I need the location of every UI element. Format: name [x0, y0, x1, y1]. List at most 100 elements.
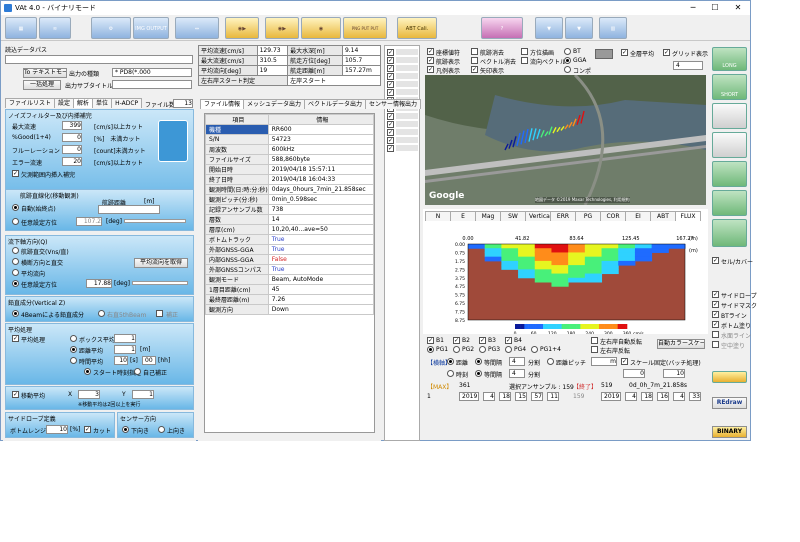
right-checkbox[interactable]: ✓ [712, 311, 719, 318]
auto-fix-radio[interactable] [134, 368, 141, 375]
minimize-button[interactable]: ─ [682, 1, 704, 15]
info-row[interactable]: 層数 14 [205, 213, 374, 225]
overall-average-checkbox[interactable]: ✓ [621, 49, 628, 56]
chart-tab-vertical[interactable]: Vertical [525, 211, 551, 221]
pg2-radio[interactable] [453, 346, 460, 353]
right-checkbox[interactable] [712, 341, 719, 348]
avg-time-radio[interactable] [70, 357, 77, 364]
pg1-radio[interactable] [427, 346, 434, 353]
toolbar-png-button[interactable]: PNG PUT PUT [343, 17, 387, 39]
tab-mesh-output[interactable]: メッシュデータ出力 [243, 99, 306, 109]
map-check-vector-erase[interactable] [471, 57, 478, 64]
tab-analysis[interactable]: 解析 [73, 98, 94, 108]
binary-button[interactable]: BINARY [712, 426, 747, 438]
toolbar-record-button-1[interactable]: ◉▶ [225, 17, 259, 39]
info-row[interactable]: 終了日時 2019/04/18 16:04:33 [205, 173, 374, 185]
beam-b1-checkbox[interactable]: ✓ [427, 337, 434, 344]
info-row[interactable]: 観測モード Beam, AutoMode [205, 273, 374, 285]
map-check-legend[interactable]: ✓ [427, 66, 434, 73]
chart-tab-e[interactable]: E [450, 211, 476, 221]
info-row[interactable]: 開始日時 2019/04/18 15:57:11 [205, 163, 374, 175]
equal-radio[interactable] [475, 358, 482, 365]
info-row[interactable]: 最終層距離(m) 7.26 [205, 293, 374, 305]
sensor-down-radio[interactable] [122, 426, 129, 433]
start-minute[interactable]: 57 [531, 392, 543, 401]
color-scale-button[interactable] [712, 371, 747, 383]
map-check-track[interactable]: ✓ [427, 57, 434, 64]
chart-tab-sw[interactable]: SW [500, 211, 526, 221]
toolbar-view-button-1[interactable]: ▼ [535, 17, 563, 39]
toolbar-output-button[interactable]: ◉ [301, 17, 341, 39]
start-second[interactable]: 11 [547, 392, 559, 401]
toolbar-view-button-3[interactable]: ▥ [599, 17, 627, 39]
map-check-coord[interactable]: ✓ [427, 48, 434, 55]
chart-tab-mag[interactable]: Mag [475, 211, 501, 221]
avg-dist-radio[interactable] [70, 346, 77, 353]
info-row[interactable]: 層厚(cm) 10,20,40...ave=50 [205, 223, 374, 235]
tab-file-info[interactable]: ファイル情報 [200, 99, 245, 109]
file-checkbox[interactable]: ✓ [387, 57, 394, 64]
flow-opt2-radio[interactable] [12, 258, 19, 265]
right-checkbox[interactable]: ✓ [712, 301, 719, 308]
info-row[interactable]: 記録アンサンブル数 738 [205, 203, 374, 215]
time-div-select[interactable]: 4 [509, 369, 525, 378]
good-input[interactable]: 0 [62, 133, 82, 142]
move-y-input[interactable]: 1 [132, 390, 154, 399]
chart-tab-cor[interactable]: COR [600, 211, 626, 221]
short-button[interactable]: SHORT [712, 74, 747, 100]
file-checkbox[interactable]: ✓ [387, 65, 394, 72]
file-checkbox[interactable]: ✓ [387, 145, 394, 152]
chart-tab-flux[interactable]: FLUX [675, 211, 701, 221]
info-row[interactable]: 1層目距離(cm) 45 [205, 283, 374, 295]
batch-button[interactable]: 一括処理 [23, 80, 61, 90]
output-subtitle-input[interactable] [112, 80, 192, 89]
avg-box-radio[interactable] [70, 335, 77, 342]
avg-box-input[interactable]: 1 [114, 334, 136, 343]
max-velocity-input[interactable]: 399 [62, 121, 82, 130]
average-checkbox[interactable]: ✓ [12, 335, 19, 342]
avg-time-input[interactable]: 10 [114, 356, 128, 365]
beam-b3-checkbox[interactable]: ✓ [479, 337, 486, 344]
sidebar-checkbox[interactable]: ✓ [712, 257, 719, 264]
track-dist-input[interactable] [98, 205, 160, 214]
close-button[interactable]: ✕ [727, 1, 749, 15]
left-right-invert-checkbox[interactable] [591, 346, 598, 353]
toolbar-help-button[interactable]: ? [481, 17, 523, 39]
track-manual-radio[interactable] [12, 218, 19, 225]
start-hour[interactable]: 15 [515, 392, 527, 401]
end-minute[interactable]: 4 [673, 392, 685, 401]
vertical-4beam-radio[interactable] [12, 310, 19, 317]
tab-sensor-output[interactable]: センサー情報出力 [365, 99, 422, 109]
start-year[interactable]: 2019 [459, 392, 479, 401]
toolbar-arrows-button[interactable]: ⇔ [175, 17, 219, 39]
chart-tab-n[interactable]: N [425, 211, 451, 221]
file-checkbox[interactable]: ✓ [387, 89, 394, 96]
dist-pitch-radio[interactable] [547, 358, 554, 365]
grid-checkbox[interactable]: ✓ [663, 49, 670, 56]
end-day[interactable]: 18 [641, 392, 653, 401]
maximize-button[interactable]: ☐ [704, 1, 726, 15]
scale-fixed-checkbox[interactable]: ✓ [621, 358, 628, 365]
end-year[interactable]: 2019 [601, 392, 621, 401]
file-checkbox[interactable]: ✓ [387, 137, 394, 144]
info-row[interactable]: S/N 54723 [205, 134, 374, 145]
file-checkbox[interactable]: ✓ [387, 73, 394, 80]
sidelobe-input[interactable]: 10 [46, 425, 68, 434]
pg4-radio[interactable] [505, 346, 512, 353]
avg-dist-input[interactable]: 1 [114, 345, 136, 354]
toolbar-open-button[interactable]: ▦ [5, 17, 37, 39]
time-radio[interactable] [447, 370, 454, 377]
to-text-mode-button[interactable]: To テキストモード [23, 68, 67, 78]
map-radio-bt[interactable] [564, 48, 571, 55]
track-slider[interactable] [124, 219, 186, 223]
toolbar-settings-button[interactable]: ⚙ [91, 17, 131, 39]
track-auto-radio[interactable] [12, 204, 19, 211]
toolbar-abt-cali-button[interactable]: ABT Cali. [397, 17, 437, 39]
chart-tab-ei[interactable]: EI [625, 211, 651, 221]
tab-vector-output[interactable]: ベクトルデータ出力 [304, 99, 367, 109]
info-row[interactable]: 外部GNSS-GGA True [205, 243, 374, 255]
tab-hadcp[interactable]: H-ADCP [111, 98, 143, 108]
map-radio-gga[interactable] [564, 57, 571, 64]
pitch-select[interactable]: m [591, 357, 617, 366]
long-button[interactable]: LONG [712, 47, 747, 71]
